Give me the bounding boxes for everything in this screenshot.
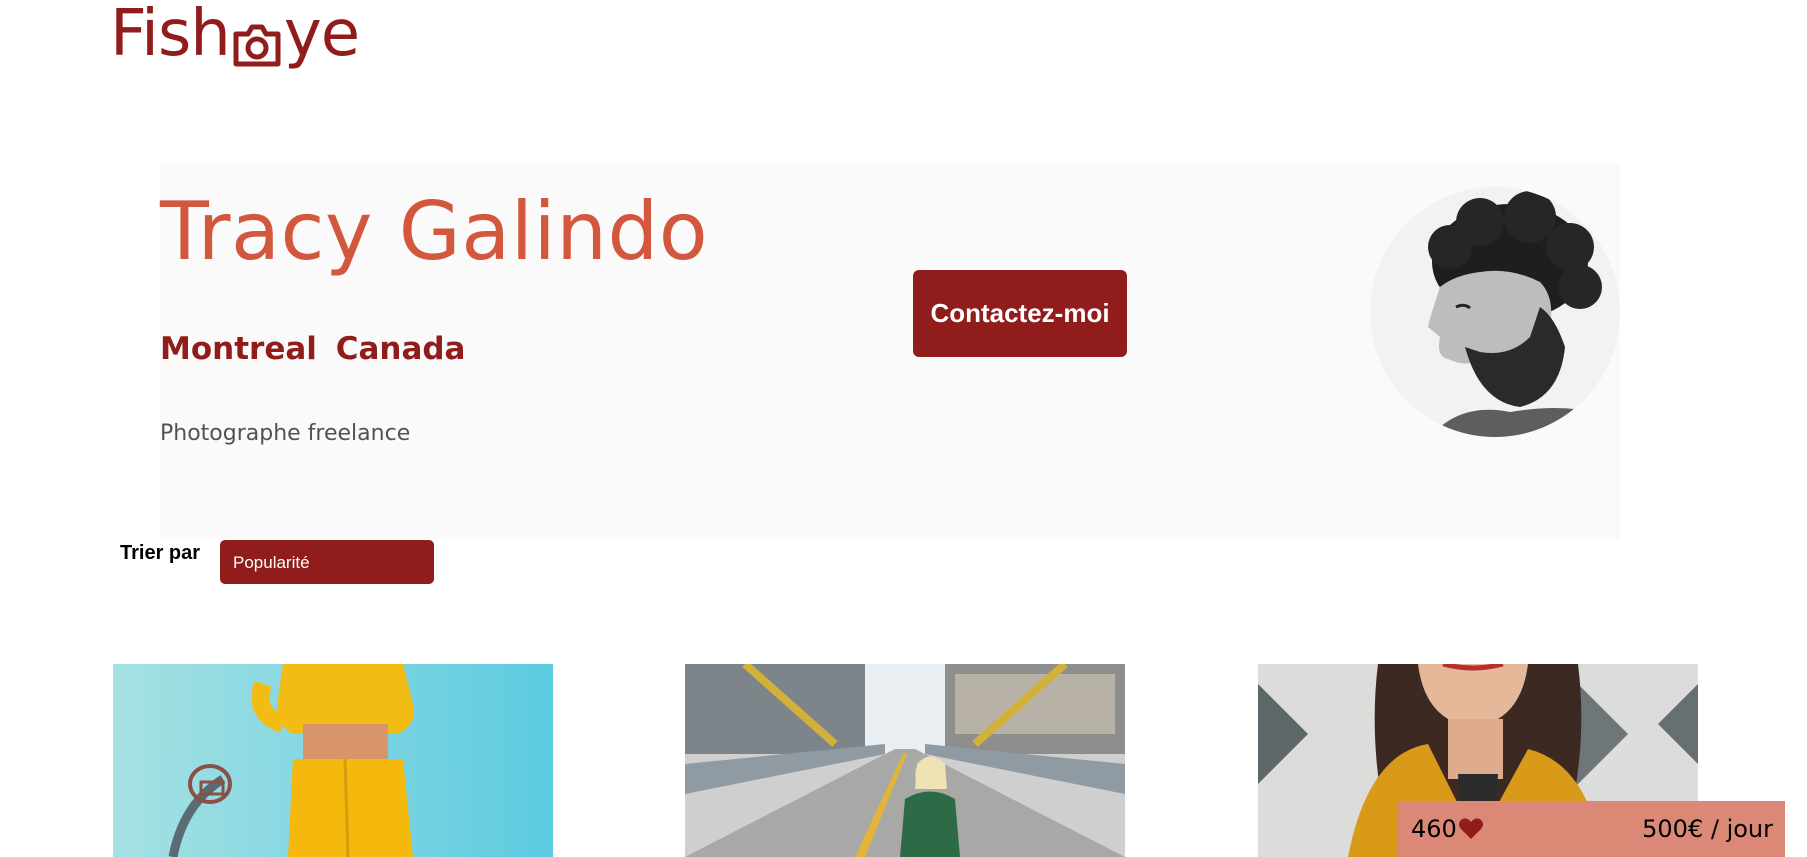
total-likes: 460 — [1411, 815, 1484, 843]
sort-label: Trier par — [120, 542, 201, 564]
heart-icon — [1458, 817, 1484, 841]
photographer-header: Tracy Galindo Montreal Canada Photograph… — [160, 163, 1620, 539]
sort-select[interactable]: Popularité — [220, 540, 434, 584]
yellow-outfit-basketball-photo — [113, 664, 553, 857]
gallery-item[interactable] — [113, 664, 553, 857]
photographer-page: Fish ye Tracy Galindo Montreal Canada Ph… — [0, 0, 1807, 857]
gallery-item[interactable] — [685, 664, 1125, 857]
photographer-tagline: Photographe freelance — [160, 421, 411, 446]
photographer-city: Montreal — [160, 331, 317, 367]
logo[interactable]: Fish ye — [110, 0, 360, 71]
photographer-location: Montreal Canada — [160, 331, 465, 367]
daily-price: 500€ / jour — [1642, 815, 1773, 843]
stats-bar: 460 500€ / jour — [1398, 801, 1785, 857]
photographer-avatar — [1370, 187, 1620, 437]
camera-icon — [232, 15, 282, 67]
logo-text-start: Fish — [110, 0, 231, 71]
bridge-street-model-photo — [685, 664, 1125, 857]
photographer-country: Canada — [335, 331, 466, 367]
logo-text-end: ye — [283, 0, 360, 71]
likes-count: 460 — [1411, 815, 1457, 843]
photographer-name: Tracy Galindo — [160, 185, 709, 278]
contact-button[interactable]: Contactez-moi — [913, 270, 1127, 357]
